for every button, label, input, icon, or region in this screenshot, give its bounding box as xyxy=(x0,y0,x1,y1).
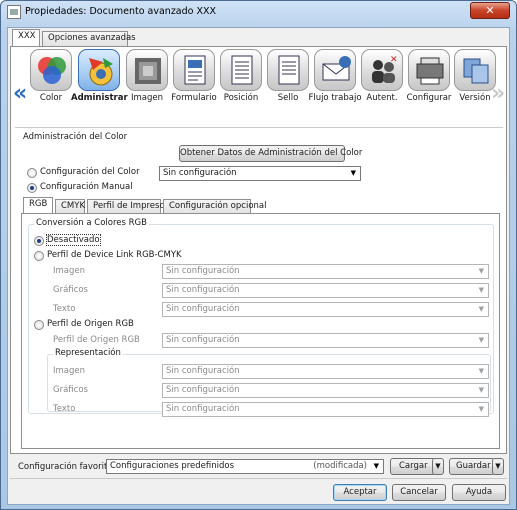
device-link-graphics-label: Gráficos xyxy=(53,285,88,295)
tab-printer-profile[interactable]: Perfil de Impresora xyxy=(87,199,173,214)
toolbar-item-posicion[interactable]: Posición xyxy=(219,49,263,103)
chevron-down-icon: ▼ xyxy=(478,286,484,294)
load-button-label: Cargar xyxy=(399,461,428,471)
rgb-tab-panel: Conversión a Colores RGB Desactivado Per… xyxy=(21,213,500,449)
chevron-down-icon: ▼ xyxy=(478,386,484,394)
rendering-image-select[interactable]: Sin configuración ▼ xyxy=(162,364,489,379)
rgb-conversion-title: Conversión a Colores RGB xyxy=(34,218,149,228)
rendering-graphics-select[interactable]: Sin configuración ▼ xyxy=(162,383,489,398)
load-dropdown-button[interactable]: ▼ xyxy=(432,458,444,475)
tab-xxx[interactable]: XXX xyxy=(12,29,40,46)
device-link-text-label: Texto xyxy=(53,304,76,314)
off-radio[interactable] xyxy=(34,236,44,246)
favorites-value: Configuraciones predefinidos xyxy=(110,461,235,471)
obtain-color-data-button[interactable]: Obtener Datos de Administración del Colo… xyxy=(179,145,362,162)
dialog-client: XXX Opciones avanzadas « » Color Adminis… xyxy=(7,27,510,505)
device-link-graphics-value: Sin configuración xyxy=(166,285,240,295)
window-title: Propiedades: Documento avanzado XXX xyxy=(25,6,217,17)
origin-profile-radio[interactable] xyxy=(34,320,44,330)
chevron-down-icon: ▼ xyxy=(435,462,441,470)
toolbar-item-formulario[interactable]: Formulario xyxy=(171,49,217,103)
origin-profile-row-label: Perfil de Origen RGB xyxy=(53,335,140,345)
tab-rgb[interactable]: RGB xyxy=(23,197,53,214)
toolbar-item-configurar[interactable]: Configurar xyxy=(407,49,451,103)
cancel-button[interactable]: Cancelar xyxy=(392,484,446,501)
save-button-label: Guardar xyxy=(456,461,491,471)
origin-profile-label: Perfil de Origen RGB xyxy=(47,319,134,329)
save-button[interactable]: Guardar xyxy=(449,458,495,475)
manual-config-radio[interactable] xyxy=(27,183,37,193)
chevron-down-icon: ▼ xyxy=(478,336,484,344)
properties-window: Propiedades: Documento avanzado XXX ✕ XX… xyxy=(0,0,517,510)
off-label: Desactivado xyxy=(46,234,101,246)
printer-configure-icon xyxy=(408,49,450,91)
rendering-graphics-value: Sin configuración xyxy=(166,385,240,395)
close-button[interactable]: ✕ xyxy=(470,2,510,19)
rendering-text-select[interactable]: Sin configuración ▼ xyxy=(162,402,489,417)
title-bar[interactable]: Propiedades: Documento avanzado XXX ✕ xyxy=(1,1,516,25)
toolbar-item-flujo-trabajo[interactable]: Flujo trabajo xyxy=(308,49,362,103)
device-link-image-value: Sin configuración xyxy=(166,266,240,276)
palette-gear-icon xyxy=(78,49,120,91)
tab-optional-config[interactable]: Configuración opcional xyxy=(163,199,266,214)
toolbar-label-version: Versión xyxy=(459,93,491,103)
chevron-down-icon: ▼ xyxy=(478,405,484,413)
save-dropdown-button[interactable]: ▼ xyxy=(492,458,504,475)
device-link-radio[interactable] xyxy=(34,251,44,261)
device-link-label: Perfil de Device Link RGB-CMYK xyxy=(47,250,182,260)
rendering-title: Representación xyxy=(53,348,123,358)
toolbar-item-sello[interactable]: Sello xyxy=(266,49,310,103)
chevron-down-icon: ▼ xyxy=(478,305,484,313)
device-link-text-select[interactable]: Sin configuración ▼ xyxy=(162,302,489,317)
color-admin-title: Administración del Color xyxy=(23,132,128,142)
main-tab-panel: « » Color Administrar Imagen Formulario … xyxy=(10,46,507,454)
image-halftone-icon xyxy=(126,49,168,91)
toolbar-item-version[interactable]: Versión xyxy=(453,49,497,103)
color-config-select[interactable]: Sin configuración ▼ xyxy=(159,166,361,181)
manual-config-label: Configuración Manual xyxy=(40,182,133,192)
toolbar-item-imagen[interactable]: Imagen xyxy=(125,49,169,103)
rendering-graphics-label: Gráficos xyxy=(53,385,88,395)
color-config-value: Sin configuración xyxy=(163,168,237,178)
toolbar-item-color[interactable]: Color xyxy=(29,49,73,103)
device-link-image-select[interactable]: Sin configuración ▼ xyxy=(162,264,489,279)
version-icon xyxy=(454,49,496,91)
footer-separator xyxy=(10,478,507,479)
load-button[interactable]: Cargar xyxy=(390,458,436,475)
device-link-text-value: Sin configuración xyxy=(166,304,240,314)
favorites-select[interactable]: Configuraciones predefinidos (modificada… xyxy=(106,459,384,474)
rendering-image-label: Imagen xyxy=(53,366,86,376)
stamp-document-icon xyxy=(267,49,309,91)
rendering-text-label: Texto xyxy=(53,404,76,414)
svg-text:✕: ✕ xyxy=(390,55,398,65)
position-document-icon xyxy=(220,49,262,91)
toolbar-item-administrar[interactable]: Administrar xyxy=(71,49,128,103)
help-button[interactable]: Ayuda xyxy=(452,484,506,501)
workflow-envelope-icon xyxy=(314,49,356,91)
color-config-label: Configuración del Color xyxy=(40,167,140,177)
rendering-text-value: Sin configuración xyxy=(166,404,240,414)
chevron-down-icon: ▼ xyxy=(350,169,356,177)
toolbar-separator xyxy=(15,127,503,128)
chevron-down-icon: ▼ xyxy=(373,462,379,470)
rendering-image-value: Sin configuración xyxy=(166,366,240,376)
favorites-modified: (modificada) xyxy=(313,461,367,471)
chevron-down-icon: ▼ xyxy=(478,367,484,375)
device-link-graphics-select[interactable]: Sin configuración ▼ xyxy=(162,283,489,298)
origin-profile-select[interactable]: Sin configuración ▼ xyxy=(162,333,489,348)
app-icon xyxy=(7,5,21,19)
favorites-label: Configuración favorita xyxy=(18,462,113,472)
color-circles-icon xyxy=(30,49,72,91)
tab-advanced-options[interactable]: Opciones avanzadas xyxy=(42,31,136,46)
origin-profile-value: Sin configuración xyxy=(166,335,240,345)
chevron-down-icon: ▼ xyxy=(478,267,484,275)
chevron-down-icon: ▼ xyxy=(495,462,501,470)
ok-button[interactable]: Aceptar xyxy=(333,484,387,501)
authentication-users-icon: ✕ xyxy=(361,49,403,91)
tab-cmyk[interactable]: CMYK xyxy=(55,199,85,214)
toolbar-item-autent[interactable]: ✕ Autent. xyxy=(360,49,404,103)
form-document-icon xyxy=(173,49,215,91)
color-config-radio[interactable] xyxy=(27,168,37,178)
device-link-image-label: Imagen xyxy=(53,266,86,276)
